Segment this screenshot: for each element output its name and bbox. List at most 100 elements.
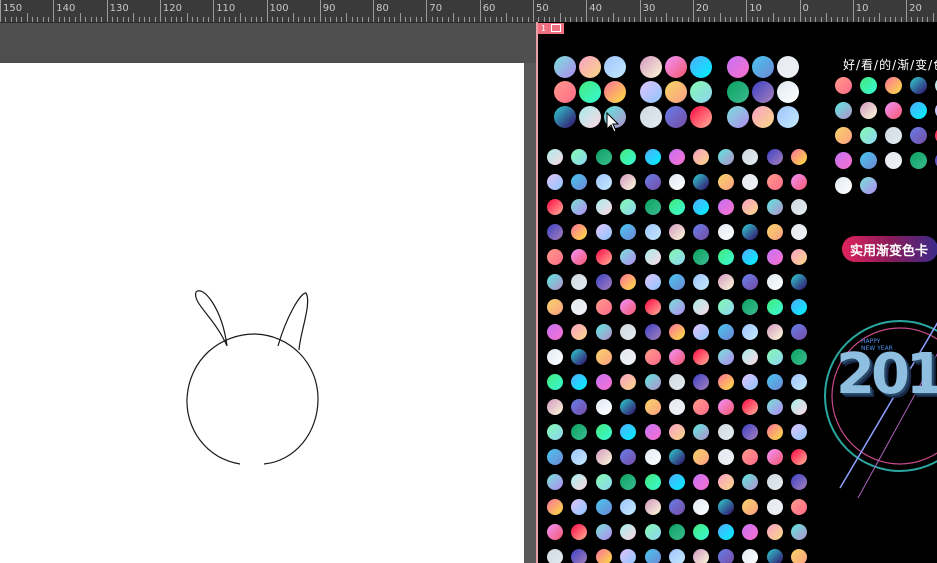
ruler-label: 50 bbox=[536, 3, 549, 14]
ruler-label: 10 bbox=[855, 3, 869, 14]
ruler-label: 120 bbox=[162, 3, 182, 14]
ruler-tick bbox=[133, 13, 135, 22]
ruler-tick bbox=[42, 17, 44, 22]
ruler-tick bbox=[692, 0, 694, 22]
gradient-swatch-dot bbox=[620, 349, 637, 365]
gradient-swatch-dot bbox=[860, 177, 877, 194]
gradient-swatch-dot bbox=[669, 174, 685, 190]
gradient-swatch-dot bbox=[693, 274, 710, 290]
gradient-swatch-dot bbox=[579, 81, 601, 103]
gradient-swatch-dot bbox=[742, 374, 759, 390]
ruler-tick bbox=[852, 0, 854, 22]
ruler-label: 80 bbox=[376, 3, 389, 14]
gradient-swatch-dot bbox=[669, 524, 685, 540]
document-tab[interactable]: 1 bbox=[538, 23, 564, 34]
ruler-label: 130 bbox=[109, 3, 129, 14]
gradient-swatch-dot bbox=[547, 399, 563, 415]
rabbit-outline-drawing[interactable] bbox=[0, 63, 524, 563]
gradient-swatch-dot bbox=[742, 149, 759, 165]
gradient-swatch-dot bbox=[742, 349, 759, 365]
ruler-tick bbox=[506, 13, 508, 22]
gradient-swatch-dot bbox=[835, 77, 852, 94]
gradient-swatch-dot bbox=[644, 174, 661, 190]
artboard[interactable] bbox=[0, 63, 524, 563]
ruler-tick bbox=[47, 17, 49, 22]
gradient-swatch-dot bbox=[620, 299, 637, 315]
ruler-tick bbox=[527, 17, 529, 22]
gradient-swatch-dot bbox=[791, 424, 807, 440]
gradient-swatch-dot bbox=[547, 349, 563, 365]
gradient-swatch-dot bbox=[595, 149, 612, 165]
gradient-swatch-dot bbox=[669, 449, 685, 465]
gradient-swatch-dot bbox=[910, 102, 927, 119]
gradient-swatch-dot bbox=[595, 474, 612, 490]
gradient-swatch-dot bbox=[595, 274, 612, 290]
ruler-tick bbox=[639, 0, 641, 22]
gradient-swatch-dot bbox=[644, 274, 661, 290]
gradient-swatch-dot bbox=[571, 324, 588, 340]
gradient-swatch-dot bbox=[620, 449, 637, 465]
ruler-tick bbox=[501, 17, 503, 22]
ruler-tick bbox=[282, 17, 284, 22]
pasteboard-band bbox=[0, 23, 536, 63]
ruler-tick bbox=[309, 17, 311, 22]
ruler-tick bbox=[383, 17, 385, 22]
gradient-swatch-dot bbox=[766, 274, 783, 290]
ruler-tick bbox=[90, 17, 92, 22]
gradient-swatch-dot bbox=[644, 324, 661, 340]
gradient-swatch-dot bbox=[766, 324, 783, 340]
arrow-cursor-icon bbox=[606, 112, 620, 133]
ruler-tick bbox=[181, 17, 183, 22]
gradient-swatch-dot bbox=[595, 424, 612, 440]
gradient-swatch-dot bbox=[571, 449, 588, 465]
gradient-swatch-dot bbox=[791, 474, 807, 490]
gradient-swatch-dot bbox=[860, 102, 877, 119]
gradient-swatch-dot bbox=[595, 524, 612, 540]
gradient-swatch-dot bbox=[777, 106, 799, 128]
gradient-swatch-dot bbox=[717, 474, 734, 490]
ruler-tick bbox=[31, 17, 33, 22]
ruler-tick bbox=[447, 17, 449, 22]
ruler-tick bbox=[463, 17, 465, 22]
gradient-swatch-dot bbox=[547, 324, 563, 340]
ruler-tick bbox=[389, 17, 391, 22]
gradient-swatch-dot bbox=[693, 249, 710, 265]
gradient-swatch-dot bbox=[766, 149, 783, 165]
gradient-swatch-dot bbox=[742, 549, 759, 563]
gradient-swatch-dot bbox=[791, 524, 807, 540]
gradient-swatch-dot bbox=[717, 174, 734, 190]
gradient-swatch-dot bbox=[669, 474, 685, 490]
ruler-tick bbox=[250, 17, 252, 22]
ruler-tick bbox=[453, 13, 455, 22]
ruler-tick bbox=[287, 17, 289, 22]
gradient-swatch-dot bbox=[860, 127, 877, 144]
rabbit-head bbox=[186, 333, 319, 465]
gradient-swatch-dot bbox=[742, 524, 759, 540]
gradient-swatch-dot bbox=[644, 549, 661, 563]
ruler-tick bbox=[85, 17, 87, 22]
gradient-swatch-dot bbox=[717, 524, 734, 540]
gradient-swatch-dot bbox=[669, 224, 685, 240]
horizontal-ruler[interactable]: 150 140 130 120 110 100 90 80 70 60 50 40 30 20 10 0 10 2… bbox=[0, 0, 937, 23]
ruler-tick bbox=[879, 13, 881, 22]
ruler-tick bbox=[293, 13, 295, 22]
ruler-tick bbox=[63, 17, 65, 22]
gradient-swatch-dot bbox=[547, 474, 563, 490]
gradient-swatch-dot bbox=[620, 249, 637, 265]
gradient-swatch-dot bbox=[669, 374, 685, 390]
gradient-swatch-dot bbox=[620, 149, 637, 165]
gradient-swatch-dot bbox=[571, 349, 588, 365]
ruler-tick bbox=[26, 13, 28, 22]
gradient-swatch-dot bbox=[620, 499, 637, 515]
gradient-swatch-dot bbox=[547, 374, 563, 390]
ruler-label: 150 bbox=[3, 3, 23, 14]
gradient-swatch-dot bbox=[547, 249, 563, 265]
ruler-tick bbox=[197, 17, 199, 22]
gradient-swatch-dot bbox=[554, 81, 576, 103]
ruler-tick bbox=[474, 17, 476, 22]
ruler-tick bbox=[666, 13, 668, 22]
gradient-swatch-dot bbox=[554, 56, 576, 78]
gradient-swatch-dot bbox=[571, 224, 588, 240]
gradient-swatch-dot bbox=[669, 499, 685, 515]
gradient-swatch-dot bbox=[766, 374, 783, 390]
